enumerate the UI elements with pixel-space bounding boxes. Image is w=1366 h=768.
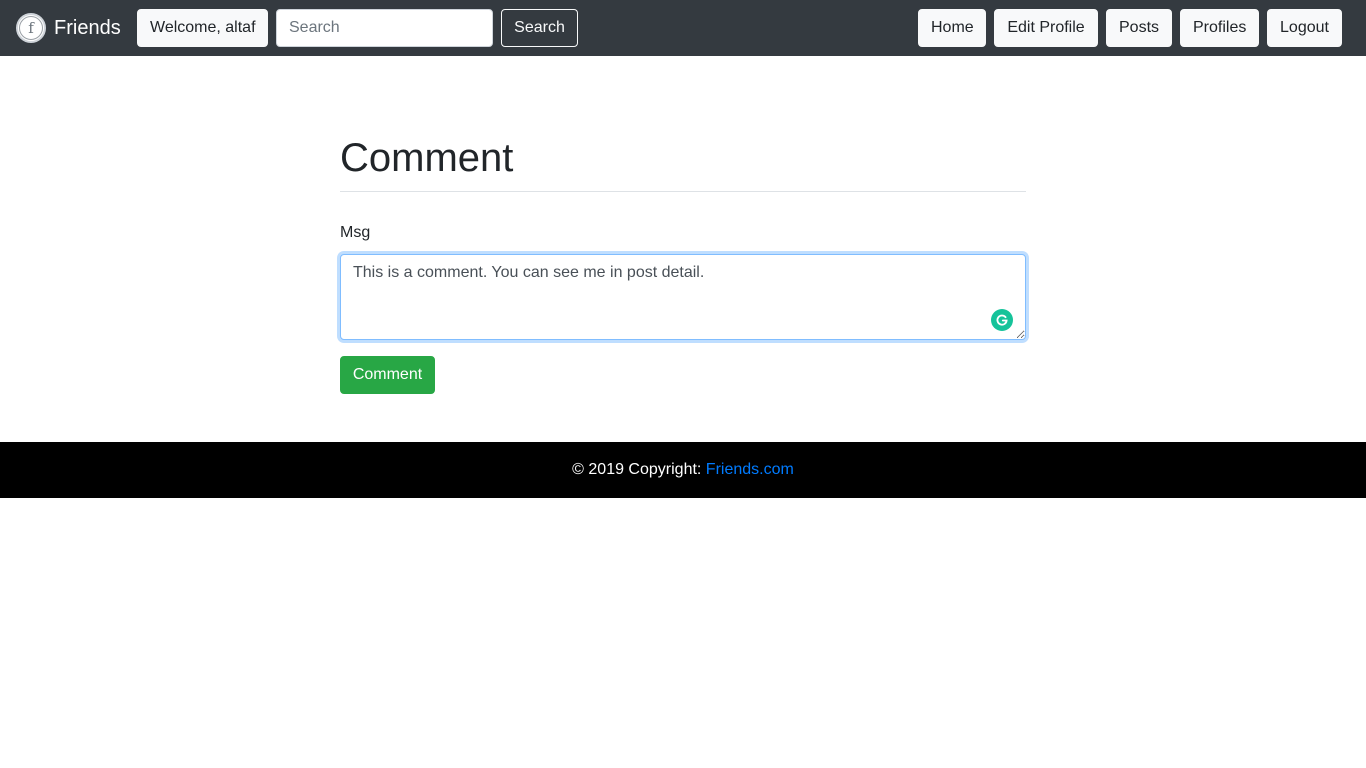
- page-title: Comment: [340, 136, 514, 180]
- footer-copyright: © 2019 Copyright:: [572, 461, 706, 478]
- footer-link[interactable]: Friends.com: [706, 461, 794, 478]
- nav-profiles-button[interactable]: Profiles: [1180, 9, 1259, 47]
- msg-textarea[interactable]: [340, 254, 1026, 340]
- title-divider: [340, 191, 1026, 192]
- nav-logout-button[interactable]: Logout: [1267, 9, 1342, 47]
- navbar: f Friends Welcome, altaf Search Home Edi…: [0, 0, 1366, 56]
- msg-label: Msg: [340, 224, 371, 241]
- comment-form-section: Comment Msg Comment: [340, 126, 1026, 394]
- comment-submit-button[interactable]: Comment: [340, 356, 435, 394]
- footer: © 2019 Copyright: Friends.com: [0, 442, 1366, 498]
- nav-home-button[interactable]: Home: [918, 9, 986, 47]
- nav-edit-profile-button[interactable]: Edit Profile: [994, 9, 1098, 47]
- facebook-logo-icon: f: [16, 13, 46, 43]
- nav-posts-button[interactable]: Posts: [1106, 9, 1172, 47]
- welcome-user-button[interactable]: Welcome, altaf: [137, 9, 268, 47]
- brand-name: Friends: [54, 16, 121, 39]
- grammarly-icon[interactable]: [991, 309, 1013, 331]
- search-input[interactable]: [276, 9, 493, 47]
- search-button[interactable]: Search: [501, 9, 578, 47]
- brand-link[interactable]: f Friends: [16, 12, 121, 44]
